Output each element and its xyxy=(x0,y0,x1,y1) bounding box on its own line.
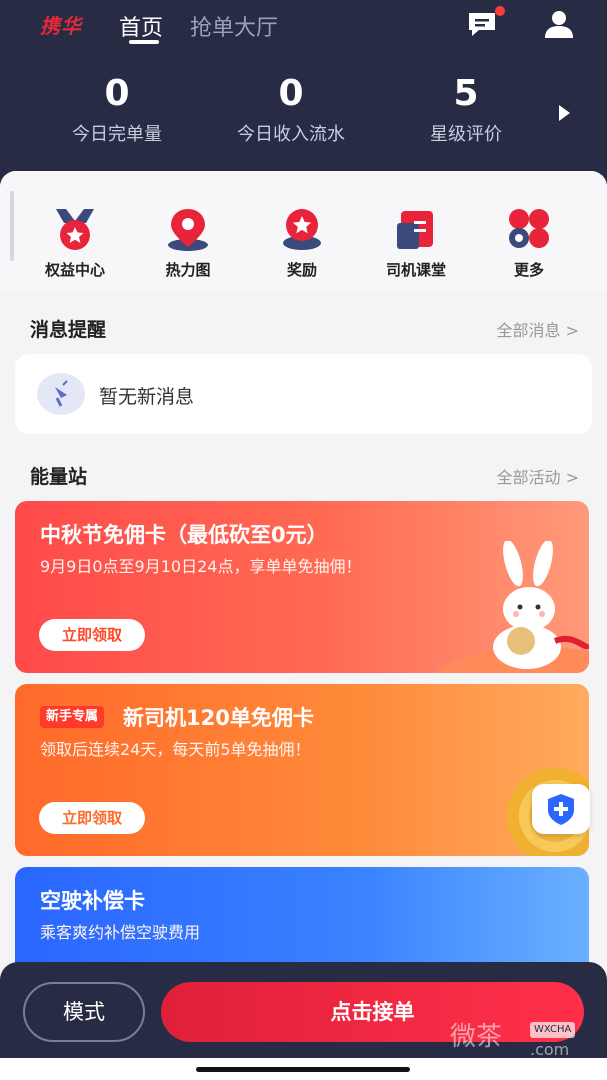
all-activities-link[interactable]: 全部活动 > xyxy=(497,464,580,488)
unread-badge xyxy=(495,6,505,16)
heatmap-icon xyxy=(168,209,208,251)
message-card[interactable]: 暂无新消息 xyxy=(15,354,592,434)
quick-action-reward[interactable]: 奖励 xyxy=(252,205,352,280)
promo-subtitle: 乘客爽约补偿空驶费用 xyxy=(40,923,201,942)
quick-action-label: 热力图 xyxy=(165,261,211,279)
tab-order-hall[interactable]: 抢单大厅 xyxy=(190,10,278,42)
mode-button[interactable]: 模式 xyxy=(23,982,145,1042)
promo-title: 新司机120单免佣卡 xyxy=(123,706,314,730)
scroll-indicator xyxy=(10,191,14,261)
stat-label: 今日完单量 xyxy=(72,124,162,145)
new-driver-badge: 新手专属 xyxy=(40,706,105,728)
empty-message-text: 暂无新消息 xyxy=(99,386,195,408)
watermark-text: 微茶 xyxy=(450,1022,503,1052)
stat-star-rating: 5 星级评价 xyxy=(381,70,551,146)
quick-action-more[interactable]: 更多 xyxy=(479,205,579,280)
promo-title: 中秋节免佣卡（最低砍至0元） xyxy=(40,523,328,547)
reward-icon xyxy=(283,209,321,250)
promo-subtitle: 领取后连续24天，每天前5单免抽佣！ xyxy=(40,740,311,759)
stat-label: 星级评价 xyxy=(430,124,502,145)
quick-action-rights-center[interactable]: 权益中心 xyxy=(25,205,125,280)
stat-value: 0 xyxy=(104,73,130,114)
app-logo: 携华 xyxy=(40,14,82,38)
promo-card-new-driver[interactable]: 新手专属 新司机120单免佣卡 领取后连续24天，每天前5单免抽佣！ 立即领取 xyxy=(15,684,589,856)
tab-active-indicator xyxy=(129,40,159,44)
stat-label: 今日收入流水 xyxy=(237,124,345,145)
quick-action-label: 权益中心 xyxy=(44,261,105,279)
stat-value: 0 xyxy=(278,73,304,114)
energy-section-title: 能量站 xyxy=(30,466,88,488)
stat-income: 0 今日收入流水 xyxy=(206,70,376,146)
tab-home[interactable]: 首页 xyxy=(119,10,163,42)
promo-card-mid-autumn[interactable]: 中秋节免佣卡（最低砍至0元） 9月9日0点至9月10日24点，享单单免抽佣！ 立… xyxy=(15,501,589,673)
user-icon[interactable] xyxy=(543,9,575,39)
driver-class-icon xyxy=(397,211,433,249)
quick-action-heatmap[interactable]: 热力图 xyxy=(138,205,238,280)
promo-title: 空驶补偿卡 xyxy=(40,889,145,913)
message-icon[interactable] xyxy=(466,10,498,38)
promo-subtitle: 9月9日0点至9月10日24点，享单单免抽佣！ xyxy=(40,557,362,576)
bell-icon xyxy=(37,373,85,415)
main-panel: 权益中心 热力图 奖励 司机课堂 更多 消息提醒 全部消息 > 暂无新消息 能量… xyxy=(0,171,607,986)
more-icon xyxy=(509,209,549,248)
all-messages-link[interactable]: 全部消息 > xyxy=(497,317,580,341)
quick-action-label: 奖励 xyxy=(286,261,317,279)
accept-order-button[interactable]: 点击接单 xyxy=(161,982,584,1042)
claim-button[interactable]: 立即领取 xyxy=(39,802,145,834)
watermark-domain: .com xyxy=(530,1040,570,1059)
quick-actions-row: 权益中心 热力图 奖励 司机课堂 更多 xyxy=(0,171,607,291)
watermark-tag: WXCHA xyxy=(530,1022,576,1038)
home-indicator[interactable] xyxy=(196,1067,410,1072)
rabbit-illustration xyxy=(435,541,589,673)
quick-action-label: 更多 xyxy=(513,261,544,279)
chevron-right-icon[interactable] xyxy=(557,104,571,122)
claim-button[interactable]: 立即领取 xyxy=(39,619,145,651)
quick-action-label: 司机课堂 xyxy=(385,261,446,279)
stat-value: 5 xyxy=(453,73,479,114)
safety-shield-button[interactable] xyxy=(532,784,590,834)
quick-action-driver-class[interactable]: 司机课堂 xyxy=(366,205,466,280)
messages-section-title: 消息提醒 xyxy=(30,319,107,341)
shield-icon xyxy=(548,794,574,825)
stat-completed-orders: 0 今日完单量 xyxy=(32,70,202,146)
rights-center-icon xyxy=(56,209,94,250)
